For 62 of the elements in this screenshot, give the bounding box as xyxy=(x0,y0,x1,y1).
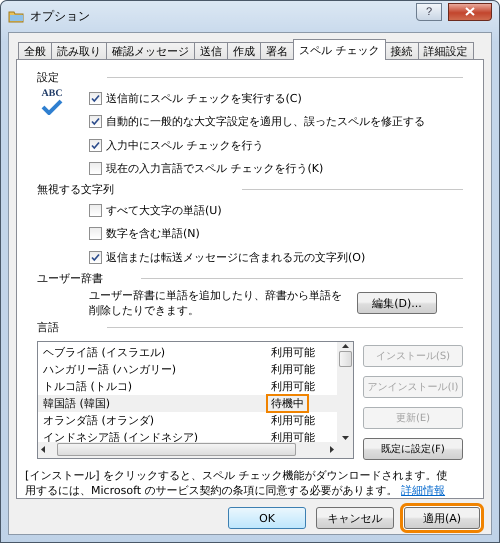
vertical-scrollbar[interactable] xyxy=(337,342,353,442)
language-name: トルコ語 (トルコ) xyxy=(43,378,134,394)
list-row[interactable]: 韓国語 (韓国) 待機中 xyxy=(38,394,337,412)
section-heading: ユーザー辞書 xyxy=(37,270,103,286)
language-name: ヘブライ語 (イスラエル) xyxy=(43,344,166,360)
folder-icon xyxy=(8,10,24,23)
scrollbar-thumb[interactable] xyxy=(57,443,296,456)
notice-text: [インストール] をクリックすると、スペル チェック機能がダウンロードされます。使用するには、Microsoft のサービス契約の条項に同意する必要があります。 詳細情報 xyxy=(25,468,449,498)
status-text: 利用可能 xyxy=(270,412,316,429)
checkbox-label: 送信前にスペル チェックを実行する(C) xyxy=(106,90,302,106)
tab[interactable]: 全般 xyxy=(18,42,52,60)
tab[interactable]: 詳細設定 xyxy=(418,42,474,60)
list-row[interactable]: トルコ語 (トルコ) 利用可能 xyxy=(38,378,337,395)
close-button[interactable] xyxy=(448,2,492,20)
left-arrow-icon[interactable] xyxy=(40,446,47,454)
window-title: オプション xyxy=(30,8,91,25)
status-text: 利用可能 xyxy=(270,344,316,361)
horizontal-scrollbar[interactable] xyxy=(38,442,337,458)
tab[interactable]: 確認メッセージ xyxy=(106,42,195,60)
tab[interactable]: 送信 xyxy=(194,42,228,60)
checkbox[interactable] xyxy=(89,250,102,264)
checkbox[interactable] xyxy=(89,138,102,152)
tab[interactable]: スペル チェック xyxy=(293,39,386,60)
language-name: 韓国語 (韓国) xyxy=(43,396,112,411)
checkbox-label: すべて大文字の単語(U) xyxy=(106,202,222,218)
list-row[interactable]: ヘブライ語 (イスラエル) 利用可能 xyxy=(38,344,337,361)
language-name: オランダ語 (オランダ) xyxy=(43,412,156,428)
checkbox[interactable] xyxy=(89,92,102,105)
checkbox[interactable] xyxy=(89,204,102,217)
tab[interactable]: 読み取り xyxy=(51,42,107,60)
language-name: ハンガリー語 (ハンガリー) xyxy=(43,362,178,377)
details-link[interactable]: 詳細情報 xyxy=(401,484,446,497)
status-text: 利用可能 xyxy=(270,378,316,395)
dialog-button[interactable]: キャンセル xyxy=(316,507,394,529)
right-arrow-icon[interactable] xyxy=(328,446,335,454)
status-text: 待機中 xyxy=(266,394,309,413)
section-heading: 設定 xyxy=(37,70,59,85)
tab[interactable]: 署名 xyxy=(260,42,294,60)
edit-button[interactable]: 編集(D)... xyxy=(357,292,437,314)
checkbox-label: 自動的に一般的な大文字設定を適用し、誤ったスペルを修正する xyxy=(106,114,425,130)
tab[interactable]: 接続 xyxy=(384,42,418,60)
tab[interactable]: 作成 xyxy=(227,42,261,60)
checkbox-label: 現在の入力言語でスペル チェックを行う(K) xyxy=(106,161,324,176)
scrollbar-thumb[interactable] xyxy=(338,350,352,367)
up-arrow-icon[interactable] xyxy=(342,342,348,349)
checkbox-label: 入力中にスペル チェックを行う xyxy=(106,138,264,153)
description-text: ユーザー辞書に単語を追加したり、辞書から単語を削除したりできます。 xyxy=(89,288,343,318)
language-button[interactable]: 既定に設定(F) xyxy=(363,438,463,460)
checkbox-label: 数字を含む単語(N) xyxy=(106,226,200,242)
down-arrow-icon[interactable] xyxy=(342,434,348,442)
status-text: 利用可能 xyxy=(270,362,316,378)
list-row[interactable]: オランダ語 (オランダ) 利用可能 xyxy=(38,412,337,429)
close-icon xyxy=(465,7,475,16)
checkbox-label: 返信または転送メッセージに含まれる元の文字列(O) xyxy=(106,250,366,265)
help-button[interactable]: ? xyxy=(416,2,442,20)
section-heading: 言語 xyxy=(37,320,59,336)
section-heading: 無視する文字列 xyxy=(37,182,114,197)
checkbox[interactable] xyxy=(89,115,102,128)
list-row[interactable]: ハンガリー語 (ハンガリー) 利用可能 xyxy=(38,360,337,378)
checkbox[interactable] xyxy=(89,227,102,240)
checkbox[interactable] xyxy=(89,162,102,176)
dialog-button[interactable]: OK xyxy=(228,507,306,529)
